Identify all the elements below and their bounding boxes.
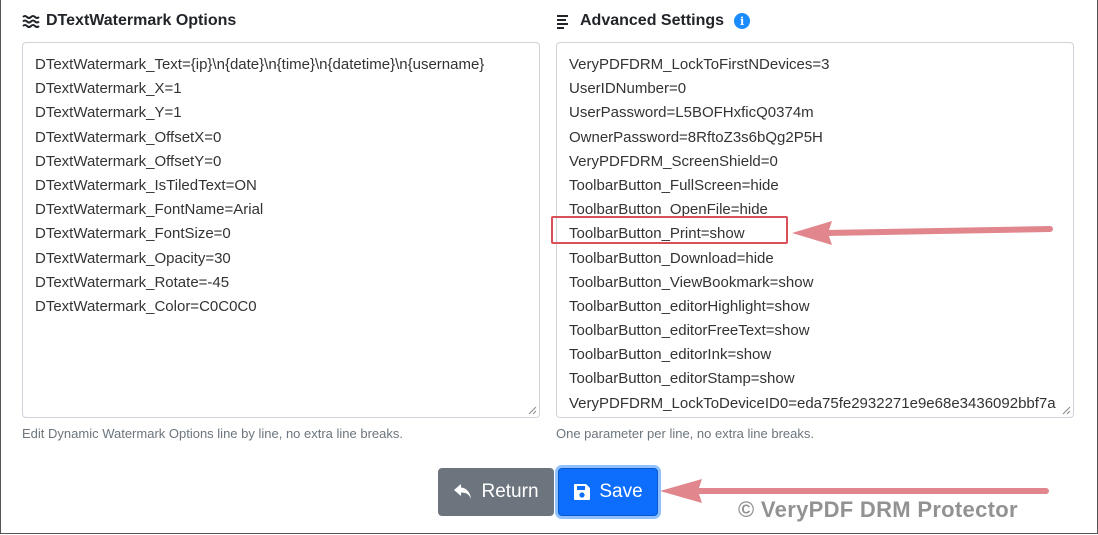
annotation-arrow-icon: [792, 221, 1053, 245]
setting-line: ToolbarButton_editorHighlight=show: [569, 297, 810, 315]
save-button-label: Save: [599, 481, 643, 502]
setting-line: DTextWatermark_OffsetX=0: [35, 128, 222, 146]
save-button[interactable]: Save: [558, 468, 658, 516]
setting-line: DTextWatermark_Y=1: [35, 104, 182, 122]
setting-line: DTextWatermark_X=1: [35, 80, 182, 98]
setting-line: OwnerPassword=8RftoZ3s6bQg2P5H: [569, 128, 823, 146]
setting-line: VeryPDFDRM_ScreenShield=0: [569, 152, 778, 170]
return-button[interactable]: Return: [438, 468, 554, 516]
setting-line: ToolbarButton_editorStamp=show: [569, 370, 795, 388]
setting-line: DTextWatermark_FontName=Arial: [35, 201, 264, 219]
water-waves-icon: [22, 15, 40, 28]
list-lines-icon: [557, 15, 568, 29]
floppy-disk-icon: [574, 484, 591, 500]
setting-line: DTextWatermark_Rotate=-45: [35, 273, 230, 291]
setting-line: UserIDNumber=0: [569, 80, 687, 98]
undo-arrow-icon: [454, 484, 472, 499]
advanced-settings-heading: Advanced Settings i: [556, 12, 751, 30]
setting-line: ToolbarButton_Download=hide: [569, 249, 774, 267]
setting-line: DTextWatermark_FontSize=0: [35, 225, 231, 243]
setting-line: ToolbarButton_editorInk=show: [569, 346, 772, 364]
setting-line: ToolbarButton_ViewBookmark=show: [569, 273, 814, 291]
section-title-text: DTextWatermark Options: [46, 12, 237, 29]
watermark-help-text: Edit Dynamic Watermark Options line by l…: [22, 426, 404, 441]
setting-line: VeryPDFDRM_LockToFirstNDevices=3: [569, 56, 830, 73]
setting-line: DTextWatermark_OffsetY=0: [35, 152, 222, 170]
copyright-watermark: © VeryPDF DRM Protector: [738, 497, 1018, 522]
setting-line: DTextWatermark_Opacity=30: [35, 249, 231, 267]
resize-handle-icon[interactable]: [528, 406, 537, 415]
setting-line: ToolbarButton_editorFreeText=show: [569, 322, 810, 340]
setting-line: ToolbarButton_FullScreen=hide: [569, 176, 779, 194]
dtextwatermark-options-heading: DTextWatermark Options: [22, 12, 236, 30]
info-icon[interactable]: i: [734, 13, 751, 29]
print-setting-highlight-box: [551, 216, 788, 244]
watermark-options-textarea[interactable]: DTextWatermark_Text={ip}\n{date}\n{time}…: [22, 42, 540, 418]
setting-line: VeryPDFDRM_LockToDeviceID0=eda75fe293227…: [569, 394, 1056, 412]
return-button-label: Return: [481, 481, 539, 502]
setting-line: UserPassword=L5BOFHxficQ0374m: [569, 104, 814, 122]
setting-line: DTextWatermark_Text={ip}\n{date}\n{time}…: [35, 56, 485, 73]
resize-handle-icon[interactable]: [1062, 406, 1071, 415]
section-title-text: Advanced Settings: [580, 12, 725, 29]
advanced-settings-help-text: One parameter per line, no extra line br…: [556, 426, 814, 441]
textarea-content: DTextWatermark_Text={ip}\n{date}\n{time}…: [35, 53, 535, 319]
setting-line: DTextWatermark_IsTiledText=ON: [35, 176, 257, 194]
setting-line: DTextWatermark_Color=C0C0C0: [35, 297, 257, 315]
